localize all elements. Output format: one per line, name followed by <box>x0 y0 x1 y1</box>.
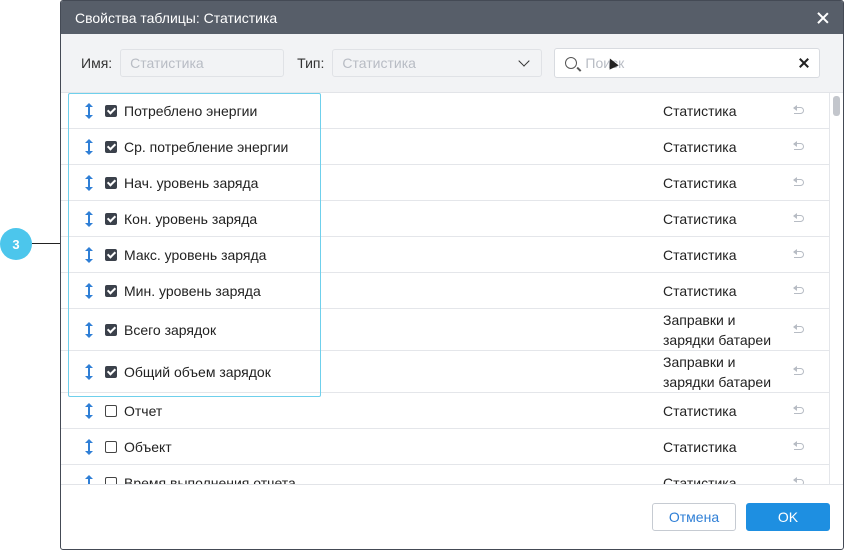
table-row[interactable]: Кон. уровень заряда Статистика <box>61 201 829 237</box>
table-properties-dialog: Свойства таблицы: Статистика Имя: Статис… <box>60 0 844 550</box>
reset-icon[interactable] <box>793 324 805 334</box>
column-type: Статистика <box>663 210 737 227</box>
reset-icon[interactable] <box>793 213 805 223</box>
column-type: Статистика <box>663 402 737 419</box>
reset-icon[interactable] <box>793 141 805 151</box>
column-type: Заправки и зарядки батареи <box>663 311 772 348</box>
dialog-title: Свойства таблицы: Статистика <box>75 9 278 26</box>
type-select-value: Статистика <box>342 55 416 71</box>
search-icon <box>565 57 578 69</box>
table-row[interactable]: Отчет Статистика <box>61 393 829 429</box>
column-type: Статистика <box>663 246 737 263</box>
reset-icon[interactable] <box>793 105 805 115</box>
column-checkbox[interactable] <box>105 140 117 153</box>
column-checkbox[interactable] <box>105 323 117 336</box>
reset-icon[interactable] <box>793 366 805 376</box>
column-label: Объект <box>124 438 172 455</box>
column-checkbox[interactable] <box>105 212 117 225</box>
table-row[interactable]: Время выполнения отчета Статистика <box>61 465 829 484</box>
dialog-footer: Отмена OK <box>61 484 843 549</box>
column-label: Общий объем зарядок <box>124 363 271 380</box>
clear-search-icon[interactable] <box>799 58 809 68</box>
drag-handle-icon[interactable] <box>85 438 93 455</box>
annotation-badge: 3 <box>0 228 32 260</box>
column-type: Статистика <box>663 174 737 191</box>
column-label: Отчет <box>124 402 163 419</box>
chevron-down-icon <box>518 54 531 67</box>
scrollbar[interactable] <box>829 93 843 484</box>
column-checkbox[interactable] <box>105 284 117 297</box>
column-label: Нач. уровень заряда <box>124 174 259 191</box>
table-row[interactable]: Объект Статистика <box>61 429 829 465</box>
column-checkbox[interactable] <box>105 476 117 484</box>
filter-bar: Имя: Статистика Тип: Статистика Поиск <box>61 34 843 93</box>
column-label: Время выполнения отчета <box>124 474 296 485</box>
reset-icon[interactable] <box>793 177 805 187</box>
drag-handle-icon[interactable] <box>85 402 93 419</box>
reset-icon[interactable] <box>793 405 805 415</box>
table-row[interactable]: Макс. уровень заряда Статистика <box>61 237 829 273</box>
column-type: Статистика <box>663 102 737 119</box>
column-label: Всего зарядок <box>124 321 217 338</box>
column-type: Статистика <box>663 138 737 155</box>
reset-icon[interactable] <box>793 285 805 295</box>
screen: 3 Свойства таблицы: Статистика Имя: Стат… <box>0 0 844 550</box>
drag-handle-icon[interactable] <box>85 246 93 263</box>
column-checkbox[interactable] <box>105 104 117 117</box>
name-field[interactable]: Статистика <box>120 49 285 77</box>
table-row[interactable]: Общий объем зарядок Заправки и зарядки ба… <box>61 351 829 393</box>
reset-icon[interactable] <box>793 441 805 451</box>
scrollbar-thumb[interactable] <box>833 96 840 116</box>
drag-handle-icon[interactable] <box>85 102 93 119</box>
column-type: Статистика <box>663 438 737 455</box>
column-checkbox[interactable] <box>105 248 117 261</box>
dialog-titlebar: Свойства таблицы: Статистика <box>61 1 843 34</box>
table-row[interactable]: Нач. уровень заряда Статистика <box>61 165 829 201</box>
column-checkbox[interactable] <box>105 365 117 378</box>
ok-button[interactable]: OK <box>746 503 830 531</box>
column-type: Статистика <box>663 282 737 299</box>
drag-handle-icon[interactable] <box>85 210 93 227</box>
column-checkbox[interactable] <box>105 176 117 189</box>
table-row[interactable]: Потреблено энергии Статистика <box>61 93 829 129</box>
table-row[interactable]: Ср. потребление энергии Статистика <box>61 129 829 165</box>
columns-list: Потреблено энергии Статистика Ср. потребле… <box>61 93 843 484</box>
name-label: Имя: <box>81 55 113 71</box>
column-label: Макс. уровень заряда <box>124 246 267 263</box>
type-select[interactable]: Статистика <box>332 49 543 77</box>
search-input[interactable]: Поиск <box>554 48 821 78</box>
drag-handle-icon[interactable] <box>85 138 93 155</box>
table-row[interactable]: Мин. уровень заряда Статистика <box>61 273 829 309</box>
cancel-button[interactable]: Отмена <box>652 503 736 531</box>
column-checkbox[interactable] <box>105 440 117 453</box>
column-label: Потреблено энергии <box>124 102 258 119</box>
column-checkbox[interactable] <box>105 404 117 417</box>
name-field-value: Статистика <box>130 55 204 71</box>
column-label: Ср. потребление энергии <box>124 138 289 155</box>
drag-handle-icon[interactable] <box>85 282 93 299</box>
column-label: Кон. уровень заряда <box>124 210 258 227</box>
drag-handle-icon[interactable] <box>85 363 93 380</box>
table-row[interactable]: Всего зарядок Заправки и зарядки батареи <box>61 309 829 351</box>
reset-icon[interactable] <box>793 249 805 259</box>
close-icon[interactable] <box>817 12 829 24</box>
column-type: Статистика <box>663 474 737 485</box>
type-label: Тип: <box>297 55 325 71</box>
drag-handle-icon[interactable] <box>85 174 93 191</box>
drag-handle-icon[interactable] <box>85 474 93 484</box>
column-label: Мин. уровень заряда <box>124 282 261 299</box>
columns-list-rows: Потреблено энергии Статистика Ср. потребле… <box>61 93 829 484</box>
drag-handle-icon[interactable] <box>85 321 93 338</box>
column-type: Заправки и зарядки батареи <box>663 353 772 390</box>
